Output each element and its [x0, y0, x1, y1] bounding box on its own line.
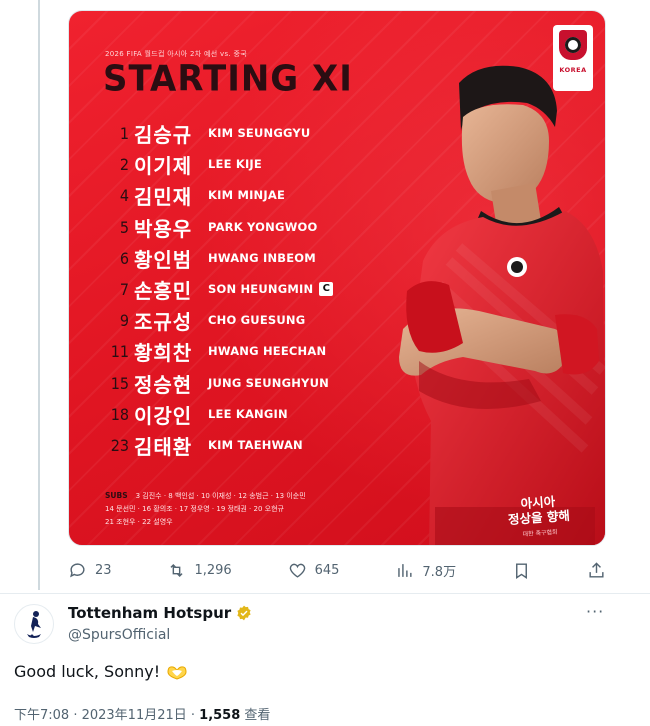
player-english-name: KIM MINJAE: [208, 188, 286, 202]
player-korean-name: 황희찬: [134, 340, 193, 365]
player-row: 5 박용우 PARK YONGWOO: [105, 213, 317, 241]
player-korean-name: 황인범: [134, 247, 193, 272]
player-number: 15: [110, 373, 129, 393]
player-english-name: CHO GUESUNG: [208, 313, 306, 327]
reply-tweet: Tottenham Hotspur @SpursOfficial ··· Goo…: [0, 594, 650, 726]
player-korean-name: 이기제: [134, 153, 193, 178]
player-number: 1: [119, 123, 129, 143]
tweet-meta: 下午7:08 · 2023年11月21日 · 1,558 查看: [14, 704, 270, 723]
player-number: 2: [119, 154, 129, 174]
reply-count: 23: [95, 562, 112, 578]
player-number: 9: [119, 310, 129, 330]
player-row: 4 김민재 KIM MINJAE: [105, 181, 285, 209]
tweet-views-count: 1,558: [199, 708, 241, 723]
player-korean-name: 박용우: [134, 216, 193, 241]
campaign-slogan: 아시아 정상을 향해 대한 축구협회: [490, 492, 589, 545]
author-handle[interactable]: @SpursOfficial: [68, 627, 170, 643]
like-icon: [289, 563, 305, 578]
verified-icon: [237, 605, 251, 621]
player-english-name: KIM TAEHWAN: [208, 438, 303, 452]
views-count: 7.8万: [422, 564, 457, 580]
reply-icon: [70, 562, 85, 577]
player-number: 23: [110, 435, 129, 455]
lineup-image[interactable]: 2026 FIFA 월드컵 아시아 2차 예선 vs. 중국 STARTING …: [68, 10, 606, 546]
player-korean-name: 정승현: [134, 372, 193, 397]
more-options-button[interactable]: ···: [586, 602, 604, 621]
player-number: 7: [119, 279, 129, 299]
player-row: 11 황희찬 HWANG HEECHAN: [105, 337, 326, 365]
tweet-timestamp[interactable]: 下午7:08 · 2023年11月21日 ·: [14, 708, 199, 723]
player-english-name: KIM SEUNGGYU: [208, 126, 311, 140]
player-korean-name: 손흥민: [134, 278, 193, 303]
player-row: 23 김태환 KIM TAEHWAN: [105, 431, 303, 459]
player-english-name: HWANG INBEOM: [208, 251, 316, 265]
player-number: 5: [119, 217, 129, 237]
like-button[interactable]: 645: [288, 561, 340, 580]
player-english-name: LEE KANGIN: [208, 407, 288, 421]
player-number: 4: [119, 185, 129, 205]
bookmark-icon: [516, 562, 527, 579]
player-row: 2 이기제 LEE KIJE: [105, 150, 262, 178]
reply-button[interactable]: 23: [68, 561, 112, 580]
player-number: 11: [110, 341, 129, 361]
substitutes-list: SUBS 3 김진수 · 8 백인섭 · 10 이재성 · 12 송범근 · 13…: [105, 489, 306, 529]
retweet-count: 1,296: [194, 562, 232, 578]
retweet-icon: [170, 563, 184, 577]
heart-hands-icon: [167, 665, 187, 680]
player-row: 7 손흥민 SON HEUNGMIN C: [105, 275, 334, 303]
subs-line: 21 조현우 · 22 설영우: [105, 518, 173, 526]
korea-crest-icon: [559, 30, 587, 60]
views-button[interactable]: 7.8万: [395, 561, 456, 580]
player-korean-name: 김승규: [134, 122, 193, 147]
player-english-name: PARK YONGWOO: [208, 220, 318, 234]
avatar[interactable]: [14, 604, 54, 644]
player-english-name: HWANG HEECHAN: [208, 344, 327, 358]
player-row: 6 황인범 HWANG INBEOM: [105, 244, 316, 272]
player-photo: [399, 65, 605, 545]
author-name[interactable]: Tottenham Hotspur: [68, 604, 231, 622]
player-english-name: LEE KIJE: [208, 157, 262, 171]
retweet-button[interactable]: 1,296: [167, 561, 232, 580]
author-row: Tottenham Hotspur: [68, 604, 252, 622]
player-row: 18 이강인 LEE KANGIN: [105, 400, 288, 428]
subs-line: 14 문선민 · 16 황의조 · 17 정우영 · 19 정태권 · 20 오…: [105, 505, 284, 513]
player-english-name: JUNG SEUNGHYUN: [208, 376, 329, 390]
captain-badge: C: [319, 282, 334, 296]
player-number: 18: [110, 404, 129, 424]
player-korean-name: 김민재: [134, 184, 193, 209]
player-row: 1 김승규 KIM SEUNGGYU: [105, 119, 310, 147]
spurs-logo-icon: [27, 611, 41, 638]
like-count: 645: [314, 562, 340, 578]
tweet-views-label: 查看: [240, 708, 271, 723]
subs-line: 3 김진수 · 8 백인섭 · 10 이재성 · 12 송범근 · 13 이순민: [135, 492, 306, 500]
player-korean-name: 이강인: [134, 403, 193, 428]
thread-line: [38, 0, 40, 590]
share-icon: [589, 561, 604, 578]
player-korean-name: 김태환: [134, 434, 193, 459]
views-icon: [398, 563, 412, 577]
tweet-actions: 23 1,296 645 7.8万: [68, 558, 606, 582]
bookmark-button[interactable]: [512, 561, 531, 580]
share-button[interactable]: [587, 561, 606, 580]
player-english-name: SON HEUNGMIN: [208, 282, 314, 296]
player-number: 6: [119, 248, 129, 268]
player-row: 9 조규성 CHO GUESUNG: [105, 306, 305, 334]
subs-label: SUBS: [105, 491, 128, 500]
starting-xi-headline: STARTING XI: [103, 58, 353, 100]
player-row: 15 정승현 JUNG SEUNGHYUN: [105, 369, 329, 397]
reply-body: Good luck, Sonny!: [14, 662, 188, 681]
player-korean-name: 조규성: [134, 309, 193, 334]
reply-text: Good luck, Sonny!: [14, 662, 161, 681]
